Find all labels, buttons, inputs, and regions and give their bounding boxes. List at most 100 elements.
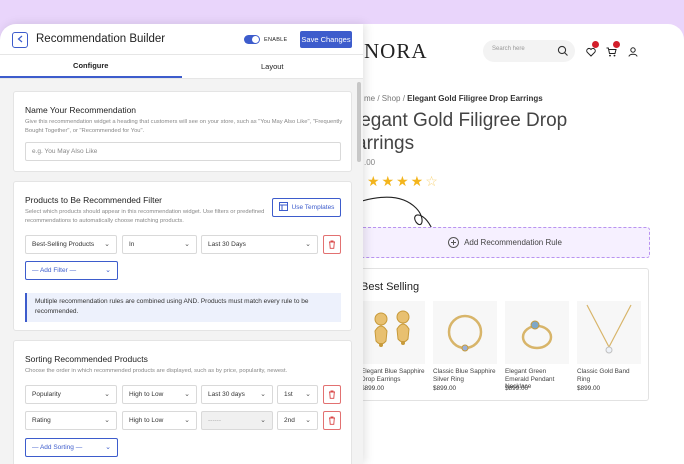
- section-description: Select which products should appear in t…: [25, 209, 265, 224]
- best-selling-products: Elegant Blue Sapphire Drop Earrings $899…: [361, 301, 641, 392]
- delete-filter-button[interactable]: [323, 235, 341, 254]
- chevron-down-icon: ⌄: [104, 391, 110, 398]
- product-price: $899.00: [577, 385, 601, 392]
- filter-period-value: Last 30 Days: [208, 241, 246, 248]
- add-recommendation-rule-dropzone[interactable]: Add Recommendation Rule: [360, 227, 650, 258]
- add-filter-label: — Add Filter —: [32, 267, 77, 274]
- heart-icon[interactable]: [586, 41, 599, 62]
- delete-sort-button[interactable]: [323, 385, 341, 404]
- cart-badge: [613, 41, 620, 48]
- scrollbar[interactable]: [357, 82, 361, 162]
- sort-rank-select[interactable]: 1st ⌄: [277, 385, 318, 404]
- best-selling-widget: Best Selling Elegant Blue Sapphire Drop …: [360, 268, 649, 401]
- chevron-left-icon: [17, 35, 23, 46]
- sort-period-select-disabled: ------ ⌄: [201, 411, 273, 430]
- chevron-down-icon: ⌄: [305, 241, 311, 248]
- product-name[interactable]: Elegant Green Emerald Pendant Necklace: [505, 368, 569, 390]
- product-name[interactable]: Classic Blue Sapphire Silver Ring: [433, 368, 497, 383]
- rating-empty-star: ☆: [425, 173, 440, 189]
- delete-sort-button[interactable]: [323, 411, 341, 430]
- builder-header: Recommendation Builder ENABLE Save Chang…: [0, 24, 363, 55]
- product-name[interactable]: Classic Gold Band Ring: [577, 368, 641, 383]
- sort-order-select[interactable]: High to Low ⌄: [122, 385, 197, 404]
- product-price: $899.00: [433, 385, 457, 392]
- product-price: .00: [364, 158, 376, 167]
- sort-field-value: Rating: [32, 417, 51, 424]
- product-card[interactable]: Elegant Blue Sapphire Drop Earrings $899…: [361, 301, 425, 392]
- sort-rank-value: 2nd: [284, 417, 295, 424]
- filter-operator-select[interactable]: In ⌄: [122, 235, 197, 254]
- store-logo[interactable]: NORA: [364, 39, 428, 64]
- filter-section: Products to Be Recommended Filter Select…: [13, 181, 352, 331]
- chevron-down-icon: ⌄: [260, 417, 266, 424]
- store-search-input[interactable]: Search here: [492, 46, 525, 52]
- sort-field-select[interactable]: Popularity ⌄: [25, 385, 117, 404]
- ring-image[interactable]: [433, 301, 497, 364]
- use-templates-button[interactable]: Use Templates: [272, 198, 341, 217]
- breadcrumb-prefix[interactable]: me / Shop /: [364, 94, 407, 103]
- sort-order-value: High to Low: [129, 417, 164, 424]
- recommendation-name-input[interactable]: e.g. You May Also Like: [25, 142, 341, 161]
- save-changes-button[interactable]: Save Changes: [300, 31, 352, 48]
- add-sorting-label: — Add Sorting —: [32, 444, 83, 451]
- necklace-image[interactable]: [577, 301, 641, 364]
- section-title: Products to Be Recommended Filter: [25, 195, 163, 205]
- rating-stars: ★★★★: [367, 173, 426, 189]
- use-templates-label: Use Templates: [291, 204, 335, 211]
- trash-icon: [328, 386, 336, 404]
- chevron-down-icon: ⌄: [305, 391, 311, 398]
- sort-rank-select[interactable]: 2nd ⌄: [277, 411, 318, 430]
- best-selling-title: Best Selling: [361, 281, 420, 293]
- trash-icon: [328, 236, 336, 254]
- sort-period-select[interactable]: Last 30 days ⌄: [201, 385, 273, 404]
- product-rating: ★★★★☆: [367, 173, 440, 190]
- product-title: legant Gold Filigree Drop arrings: [356, 110, 568, 154]
- user-icon[interactable]: [628, 44, 638, 62]
- product-card[interactable]: Elegant Green Emerald Pendant Necklace $…: [505, 301, 569, 392]
- product-name[interactable]: Elegant Blue Sapphire Drop Earrings: [361, 368, 425, 383]
- filter-field-select[interactable]: Best-Selling Products ⌄: [25, 235, 117, 254]
- tab-layout[interactable]: Layout: [182, 55, 364, 78]
- builder-content: Name Your Recommendation Give this recom…: [0, 79, 363, 464]
- section-title: Name Your Recommendation: [25, 105, 137, 115]
- add-sorting-select[interactable]: — Add Sorting — ⌄: [25, 438, 118, 457]
- sorting-section: Sorting Recommended Products Choose the …: [13, 340, 352, 464]
- sort-period-value: ------: [208, 417, 221, 424]
- filter-period-select[interactable]: Last 30 Days ⌄: [201, 235, 318, 254]
- sort-rank-value: 1st: [284, 391, 293, 398]
- enable-label: ENABLE: [264, 37, 288, 43]
- product-price: $899.00: [361, 385, 385, 392]
- chevron-down-icon: ⌄: [260, 391, 266, 398]
- product-card[interactable]: Classic Blue Sapphire Silver Ring $899.0…: [433, 301, 497, 392]
- cart-icon[interactable]: [606, 41, 620, 62]
- search-icon[interactable]: [557, 44, 569, 62]
- chevron-down-icon: ⌄: [105, 444, 111, 451]
- add-filter-select[interactable]: — Add Filter — ⌄: [25, 261, 118, 280]
- chevron-down-icon: ⌄: [184, 241, 190, 248]
- section-description: Choose the order in which recommended pr…: [25, 368, 288, 374]
- tab-configure[interactable]: Configure: [0, 55, 182, 78]
- earrings-image[interactable]: [361, 301, 425, 364]
- chevron-down-icon: ⌄: [105, 267, 111, 274]
- breadcrumb: me / Shop / Elegant Gold Filigree Drop E…: [364, 94, 543, 103]
- sort-order-select[interactable]: High to Low ⌄: [122, 411, 197, 430]
- chevron-down-icon: ⌄: [305, 417, 311, 424]
- product-card[interactable]: Classic Gold Band Ring $899.00: [577, 301, 641, 392]
- sort-field-select[interactable]: Rating ⌄: [25, 411, 117, 430]
- input-placeholder: e.g. You May Also Like: [32, 148, 98, 155]
- sort-field-value: Popularity: [32, 391, 61, 398]
- filter-operator-value: In: [129, 241, 135, 248]
- filter-field-value: Best-Selling Products: [32, 241, 95, 248]
- breadcrumb-current: Elegant Gold Filigree Drop Earrings: [407, 94, 543, 103]
- store-search[interactable]: Search here: [483, 40, 575, 62]
- section-title: Sorting Recommended Products: [25, 354, 148, 364]
- chevron-down-icon: ⌄: [104, 241, 110, 248]
- template-icon: [278, 202, 288, 213]
- sort-order-value: High to Low: [129, 391, 164, 398]
- back-button[interactable]: [12, 32, 28, 48]
- recommendation-builder-panel: Recommendation Builder ENABLE Save Chang…: [0, 24, 363, 464]
- sort-period-value: Last 30 days: [208, 391, 245, 398]
- add-circle-icon: [448, 237, 460, 248]
- enable-toggle[interactable]: [244, 35, 260, 44]
- pendant-image[interactable]: [505, 301, 569, 364]
